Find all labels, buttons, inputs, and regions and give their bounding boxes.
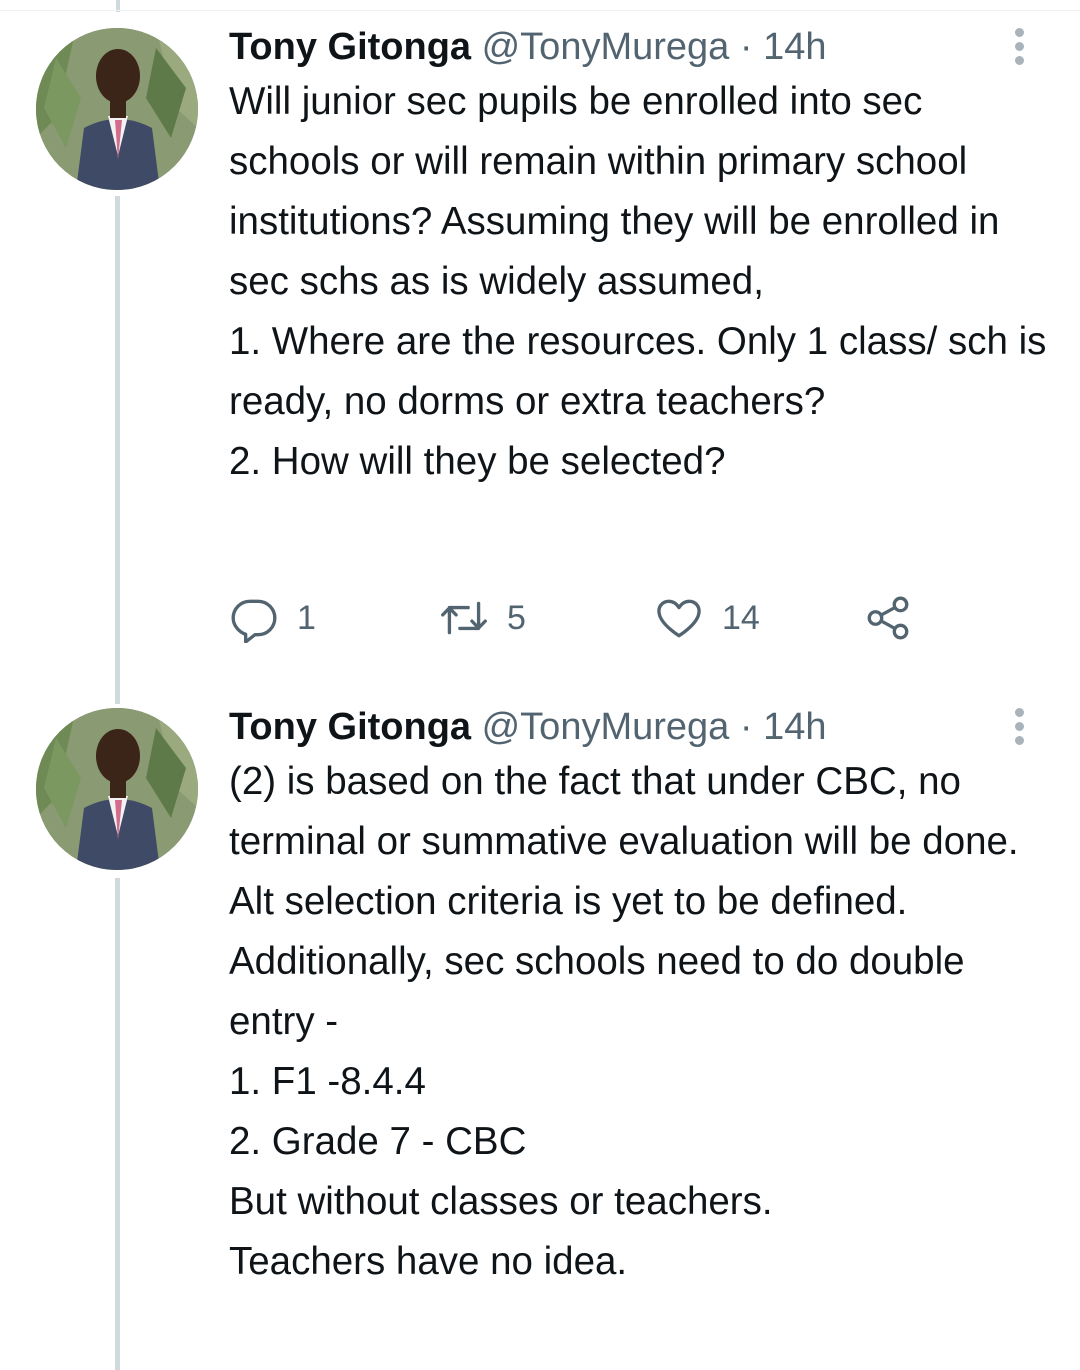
share-icon: [867, 596, 909, 640]
author-name[interactable]: Tony Gitonga: [229, 706, 471, 748]
share-button[interactable]: [863, 588, 913, 648]
reply-button[interactable]: 1: [229, 588, 316, 648]
reply-count: 1: [297, 598, 316, 637]
avatar-photo: [36, 708, 198, 870]
top-divider: [0, 0, 1080, 12]
more-vertical-icon[interactable]: [1005, 24, 1035, 70]
tweet-text: Will junior sec pupils be enrolled into …: [229, 80, 1047, 483]
avatar-photo: [36, 28, 198, 190]
avatar[interactable]: [36, 28, 198, 190]
separator-dot: ·: [739, 706, 753, 748]
author-handle[interactable]: @TonyMurega: [482, 26, 730, 68]
timestamp[interactable]: 14h: [763, 706, 826, 748]
tweet-1[interactable]: Tony Gitonga @TonyMurega · 14h Will juni…: [0, 24, 1080, 704]
author-name[interactable]: Tony Gitonga: [229, 26, 471, 68]
thread-line: [115, 878, 120, 1370]
like-button[interactable]: 14: [654, 588, 760, 648]
tweet-text: (2) is based on the fact that under CBC,…: [229, 760, 1019, 1283]
tweet-actions: 1 5 14: [229, 588, 929, 648]
retweet-icon: [441, 601, 487, 635]
retweet-count: 5: [507, 598, 526, 637]
avatar[interactable]: [36, 708, 198, 870]
thread-line: [115, 196, 120, 704]
divider-line: [0, 10, 1080, 11]
tweet-header: Tony Gitonga @TonyMurega · 14h: [229, 24, 826, 70]
heart-icon: [657, 599, 701, 638]
tweet-2[interactable]: Tony Gitonga @TonyMurega · 14h (2) is ba…: [0, 704, 1080, 1370]
reply-icon: [231, 599, 277, 643]
retweet-button[interactable]: 5: [439, 588, 526, 648]
more-vertical-icon[interactable]: [1005, 704, 1035, 750]
separator-dot: ·: [739, 26, 753, 68]
like-count: 14: [722, 598, 760, 637]
timestamp[interactable]: 14h: [763, 26, 826, 68]
author-handle[interactable]: @TonyMurega: [482, 706, 730, 748]
tweet-header: Tony Gitonga @TonyMurega · 14h: [229, 704, 826, 750]
